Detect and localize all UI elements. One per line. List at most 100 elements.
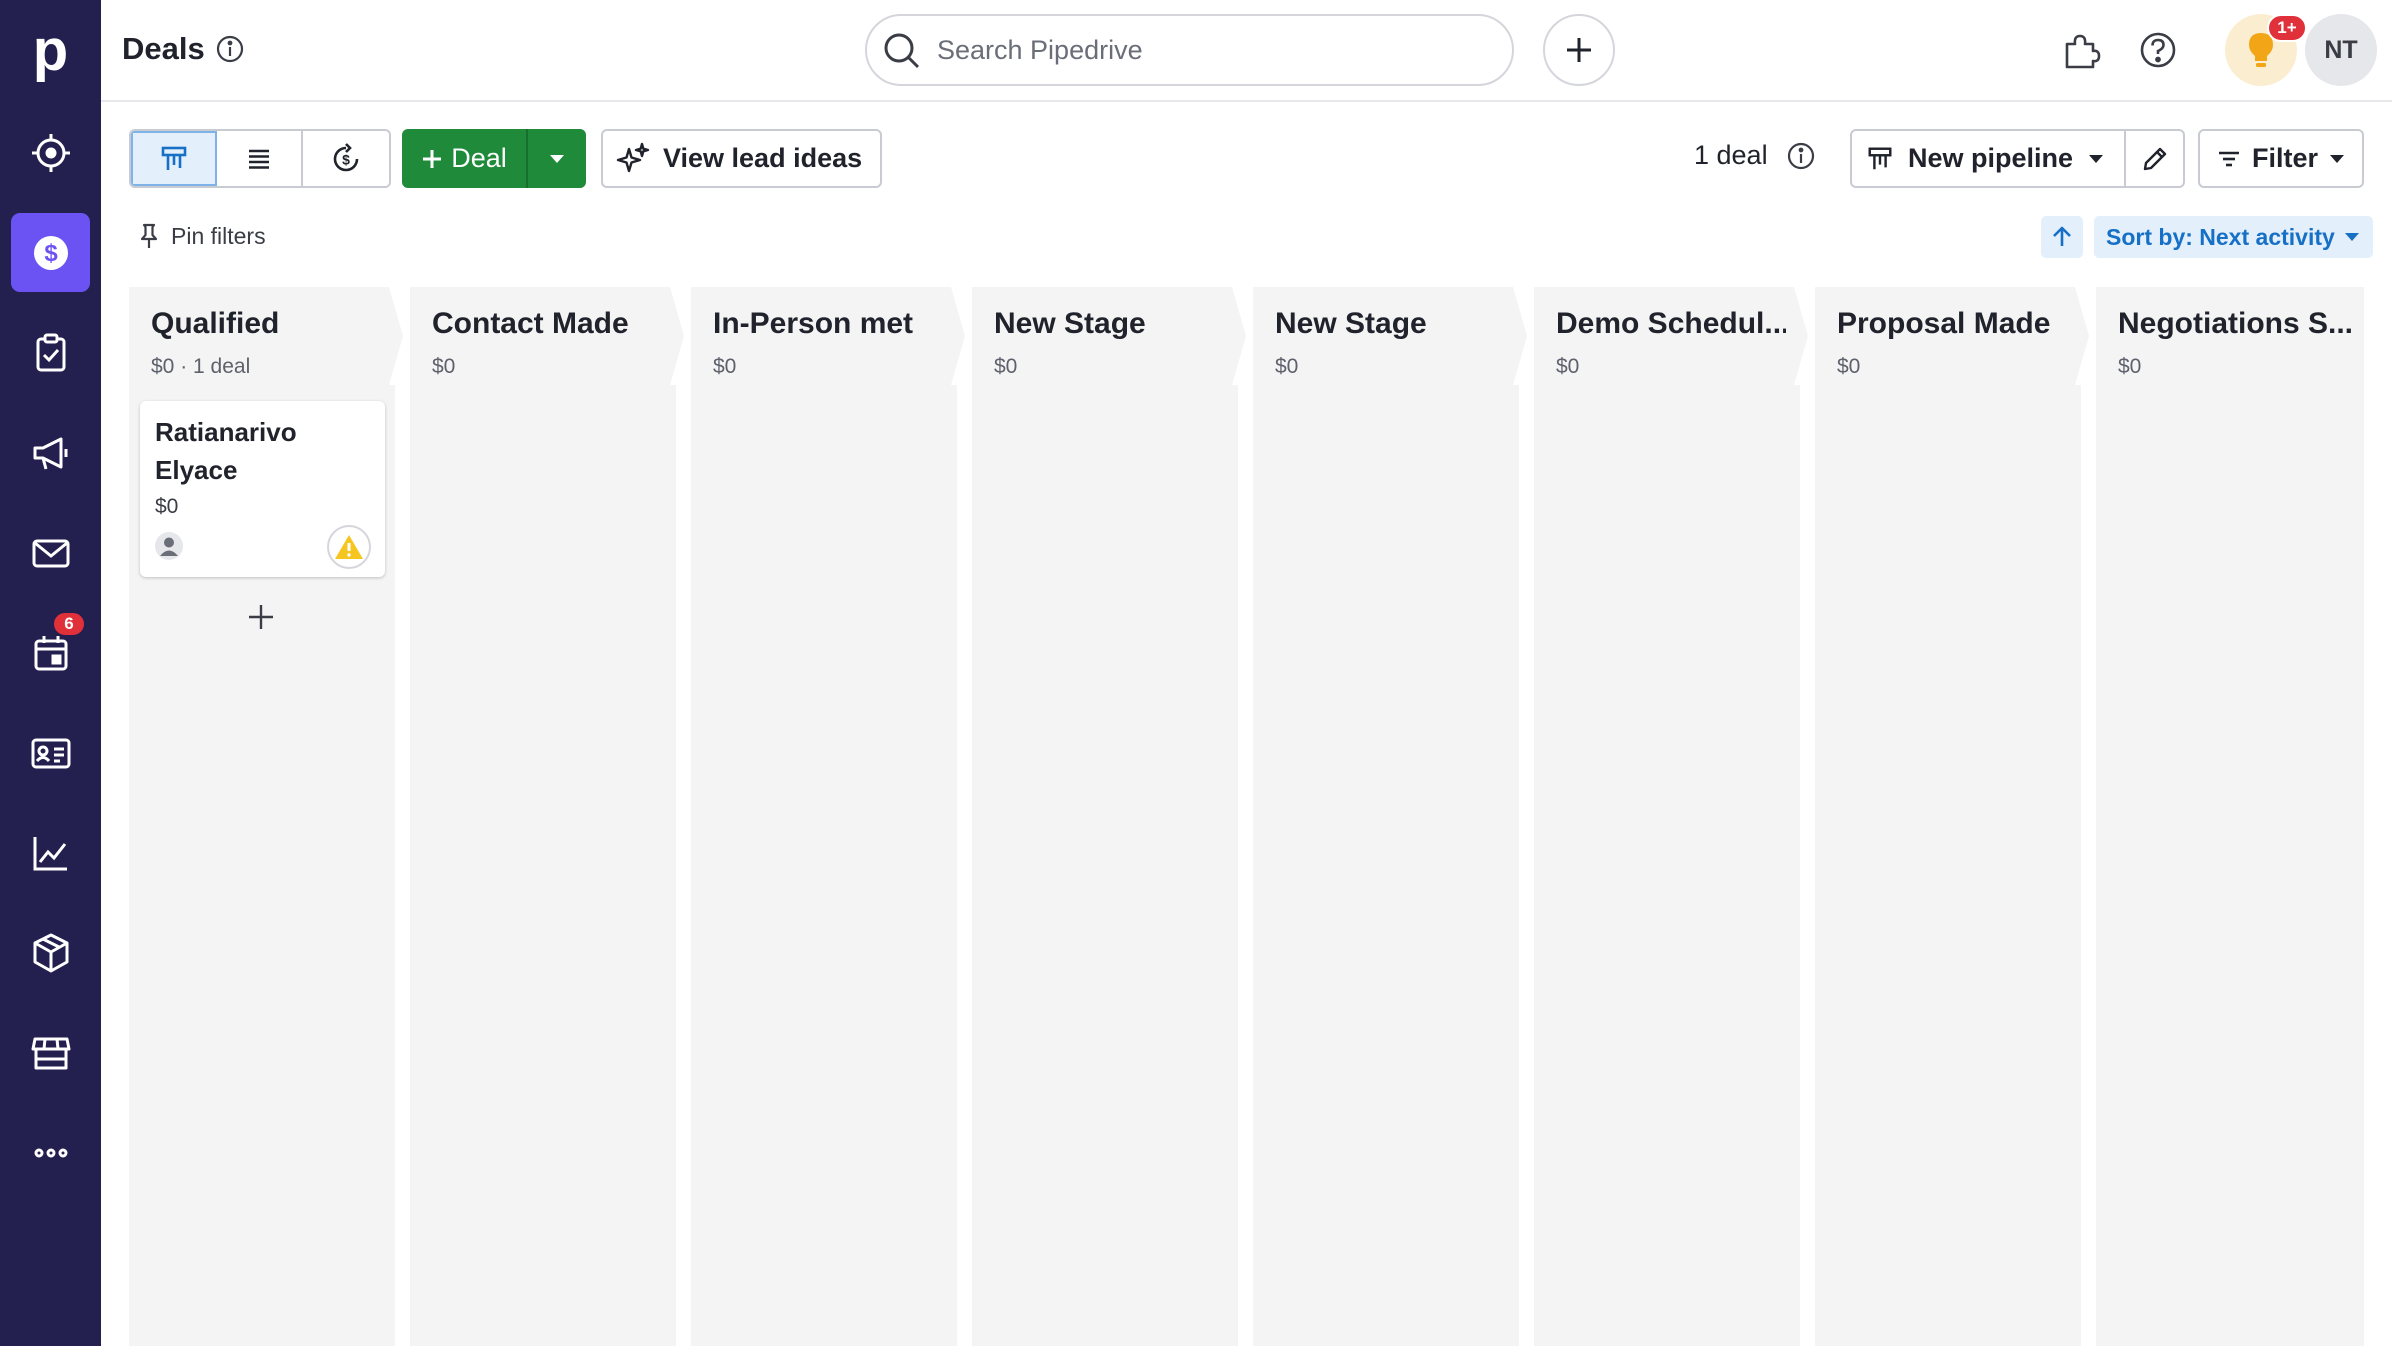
info-icon[interactable] [1786, 141, 1816, 171]
stage-header: Qualified $0 · 1 deal [129, 287, 409, 385]
chart-icon [33, 836, 67, 870]
list-icon [249, 149, 269, 169]
chevron-divider [1786, 287, 1814, 385]
pipeline-selector-group: New pipeline [1850, 129, 2185, 188]
view-switcher: $ [129, 129, 391, 188]
sidebar-item-leads[interactable] [11, 113, 90, 192]
quick-add-button[interactable] [1543, 14, 1615, 86]
kanban-icon [1868, 147, 1892, 169]
stage-name: New Stage [1275, 307, 1427, 340]
view-lead-ideas-label: View lead ideas [663, 143, 863, 173]
sidebar-item-marketplace[interactable] [11, 1013, 90, 1092]
clipboard-icon [36, 333, 65, 371]
dollar-icon: $ [33, 235, 68, 270]
pencil-icon [2143, 147, 2166, 170]
kanban-icon [161, 146, 187, 170]
stage-name: New Stage [994, 307, 1146, 340]
warning-icon [335, 535, 363, 559]
plus-icon [423, 149, 442, 168]
sales-assistant-button[interactable]: 1+ [2225, 14, 2307, 86]
box-icon [33, 933, 68, 972]
stage-column: In-Person met $0 [691, 287, 971, 1346]
sidebar-item-products[interactable] [11, 913, 90, 992]
pin-icon [140, 223, 158, 248]
contact-card-icon [31, 738, 70, 768]
stage-header: Contact Made $0 [410, 287, 690, 385]
stage-name: Proposal Made [1837, 307, 2051, 340]
stage-column: Demo Schedul... $0 [1534, 287, 1814, 1346]
add-deal-dropdown-button[interactable] [528, 129, 586, 188]
stage-summary: $0 [1556, 355, 1580, 378]
caret-down-icon [2089, 154, 2104, 163]
stage-summary: $0 [994, 355, 1018, 378]
caret-down-icon [550, 154, 564, 163]
stage-summary: $0 [1275, 355, 1299, 378]
stage-header: In-Person met $0 [691, 287, 971, 385]
pin-filters-button[interactable]: Pin filters [137, 222, 266, 250]
add-deal-button[interactable]: Deal [402, 129, 528, 188]
logo-letter: p [32, 17, 69, 83]
sidebar-item-calendar[interactable]: 6 [11, 611, 90, 692]
stage-summary: $0 [432, 355, 456, 378]
person-icon[interactable] [154, 531, 184, 561]
chevron-divider [381, 287, 409, 385]
chevron-divider [1224, 287, 1252, 385]
sort-by-selector[interactable]: Sort by: Next activity [2094, 216, 2373, 258]
stage-name: In-Person met [713, 307, 914, 340]
stage-name: Negotiations S... [2118, 307, 2354, 340]
pipeline-selector[interactable]: New pipeline [1852, 131, 2126, 186]
sidebar-item-contacts[interactable] [11, 713, 90, 792]
filter-icon [2219, 151, 2239, 166]
filter-label: Filter [2252, 143, 2319, 173]
pipedrive-logo[interactable]: p [0, 0, 101, 101]
sidebar-item-more[interactable] [11, 1113, 90, 1192]
activity-warning-button[interactable] [327, 525, 371, 569]
add-deal-label: Deal [451, 143, 507, 173]
search-input[interactable] [937, 26, 1497, 74]
stage-column: Qualified $0 · 1 deal Ratianarivo Elyace… [129, 287, 409, 1346]
chevron-divider [1505, 287, 1533, 385]
caret-down-icon [2330, 154, 2345, 163]
page-title: Deals [122, 31, 245, 67]
add-deal-to-stage-button[interactable] [239, 595, 283, 639]
stage-column: New Stage $0 [1253, 287, 1533, 1346]
stage-header: Negotiations S... $0 [2096, 287, 2364, 385]
sidebar-item-mail[interactable] [11, 513, 90, 592]
sort-direction-button[interactable] [2041, 216, 2083, 258]
pin-filters-label: Pin filters [171, 222, 266, 249]
arrow-up-icon [2053, 226, 2071, 246]
stage-name: Qualified [151, 307, 280, 340]
info-icon[interactable] [215, 34, 245, 64]
stage-header: New Stage $0 [972, 287, 1252, 385]
stage-summary: $0 [713, 355, 737, 378]
stage-column: New Stage $0 [972, 287, 1252, 1346]
list-view-button[interactable] [217, 131, 303, 186]
extensions-button[interactable] [2054, 23, 2108, 77]
chevron-divider [662, 287, 690, 385]
stage-column: Contact Made $0 [410, 287, 690, 1346]
filter-button[interactable]: Filter [2198, 129, 2364, 188]
chevron-divider [2067, 287, 2095, 385]
edit-pipeline-button[interactable] [2126, 131, 2183, 186]
deal-count-text: 1 deal [1694, 140, 1768, 170]
deal-value: $0 [155, 495, 179, 518]
stage-summary: $0 [2118, 355, 2142, 378]
sidebar-item-insights[interactable] [11, 813, 90, 892]
search-bar[interactable] [865, 14, 1514, 86]
target-icon [31, 133, 70, 172]
calendar-badge: 6 [52, 611, 86, 637]
sidebar-item-deals[interactable]: $ [11, 213, 90, 292]
user-avatar[interactable]: NT [2305, 14, 2377, 86]
forecast-view-button[interactable]: $ [303, 131, 389, 186]
sidebar-item-activities[interactable] [11, 313, 90, 392]
more-icon [34, 1148, 67, 1157]
view-lead-ideas-button[interactable]: View lead ideas [601, 129, 882, 188]
pipeline-view-button[interactable] [131, 131, 217, 186]
sidebar: p $ 6 [0, 0, 101, 1346]
deal-card[interactable]: Ratianarivo Elyace $0 [140, 401, 385, 577]
stage-column: Proposal Made $0 [1815, 287, 2095, 1346]
plus-icon [249, 605, 273, 629]
stage-summary: $0 [1837, 355, 1861, 378]
sidebar-item-campaigns[interactable] [11, 413, 90, 492]
help-button[interactable] [2131, 23, 2185, 77]
